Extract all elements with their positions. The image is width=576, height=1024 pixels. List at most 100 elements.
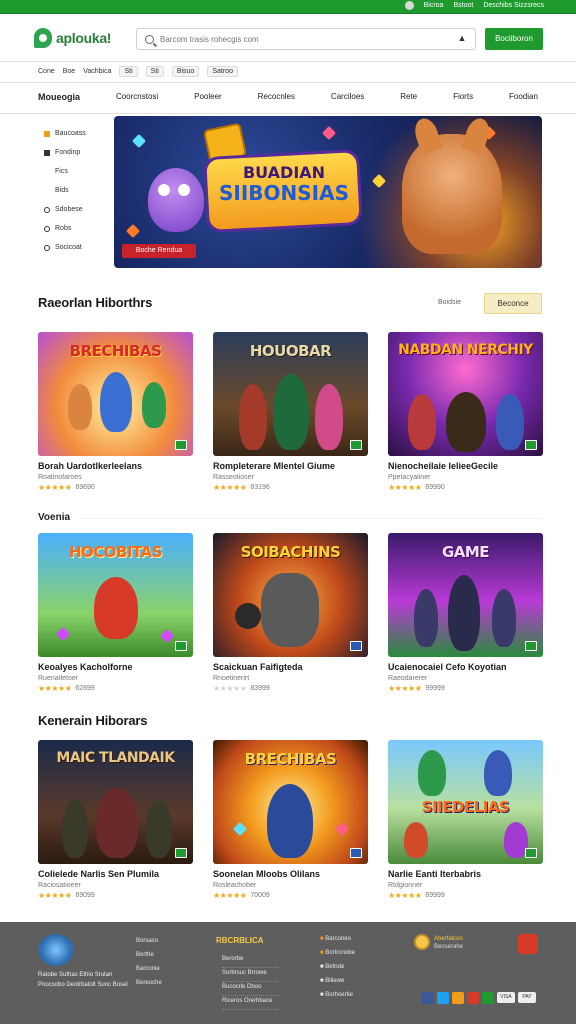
voice-search-icon[interactable]: ▲	[455, 33, 469, 45]
subnav-chip[interactable]: Sti	[119, 66, 138, 77]
sidebar-label: Baucoass	[55, 130, 86, 137]
subnav-item[interactable]: Vachbica	[83, 68, 111, 75]
rss-icon[interactable]	[452, 992, 464, 1004]
footer-link[interactable]: ■ Betnde	[320, 964, 355, 978]
store-icon[interactable]	[482, 992, 494, 1004]
header-cta-button[interactable]: Bociiboron	[485, 28, 543, 50]
bullet-icon: ■	[320, 992, 324, 998]
thumbnail-title: MAIC TLANDAIK	[56, 750, 175, 766]
gem-icon	[125, 223, 141, 239]
sidebar-item[interactable]: Socicoat	[44, 238, 108, 257]
thumbnail-title: BRECHIBAS	[69, 342, 162, 360]
character-figure	[273, 374, 309, 450]
top-link[interactable]: Deschibs Sizzsrecs	[483, 2, 544, 9]
star-rating-icon: ★★★★★	[38, 684, 72, 693]
nav-item[interactable]: Recocnles	[258, 92, 295, 102]
platform-badge-icon	[350, 848, 362, 858]
rating-row: ★★★★★ 70009	[213, 891, 368, 900]
nav-item[interactable]: Carciloes	[331, 92, 364, 102]
sidebar-item[interactable]: Baucoass	[44, 124, 108, 143]
rating-row: ★★★★★ 69990	[388, 483, 543, 492]
review-count: 70009	[250, 892, 270, 899]
youtube-icon[interactable]	[467, 992, 479, 1004]
thumbnail-title: SOIBACHINS	[240, 543, 341, 561]
top-link[interactable]: Bstoot	[453, 2, 473, 9]
category-icon	[44, 149, 50, 156]
badge-icon	[414, 934, 430, 950]
game-card[interactable]: HOCOBITAS Keoalyes Kacholforne Ruenatlet…	[38, 533, 193, 693]
app-badge-icon[interactable]	[518, 934, 538, 954]
hero-title-line2: SIIBONSIAS	[219, 180, 349, 205]
footer-about-line: Poocsobo Deotrbatolt Sunc Bosel	[38, 982, 128, 988]
facebook-icon[interactable]	[422, 992, 434, 1004]
game-card[interactable]: MAIC TLANDAIK Colielede Narlis Sen Plumi…	[38, 740, 193, 900]
subnav-chip[interactable]: Sti	[145, 66, 164, 77]
filter-text[interactable]: Boidsie	[438, 299, 461, 306]
game-card[interactable]: SIIEDELIAS Narlie Eanti Iterbabris Rtdgi…	[388, 740, 543, 900]
sidebar-label: Fics	[55, 168, 68, 175]
card-title: Keoalyes Kacholforne	[38, 662, 133, 672]
footer-link[interactable]: Barconie	[136, 966, 162, 980]
footer-link[interactable]: Borsaco	[136, 938, 162, 952]
sidebar: Baucoass Fondinp Fics Bids Sdobese Robs …	[44, 124, 108, 257]
game-thumbnail: SOIBACHINS	[213, 533, 368, 657]
footer-link[interactable]: Bereoche	[136, 980, 162, 994]
character-figure	[496, 394, 524, 450]
subnav-chip[interactable]: Satroo	[207, 66, 238, 77]
language-flag-icon[interactable]	[404, 1, 414, 10]
sidebar-item[interactable]: Bids	[44, 181, 108, 200]
filter-button[interactable]: Beconce	[484, 293, 542, 314]
footer-link[interactable]: ■ Borhoertie	[320, 992, 355, 1006]
logo-icon	[34, 28, 52, 48]
game-card[interactable]: GAME Ucaienocaiel Cefo Koyotian Raeodare…	[388, 533, 543, 693]
nav-item[interactable]: Coorcnstosi	[116, 92, 158, 102]
game-thumbnail: NABDAN NERCHIY	[388, 332, 543, 456]
game-card[interactable]: SOIBACHINS Scaickuan Faifigteda Rnoetine…	[213, 533, 368, 693]
sidebar-item[interactable]: Fics	[44, 162, 108, 181]
footer-link[interactable]: ■ Barconeo	[320, 936, 355, 950]
card-title: Rompleterare Mlentel Giume	[213, 461, 336, 471]
bullet-icon: ■	[320, 950, 324, 956]
card-title: Ucaienocaiel Cefo Koyotian	[388, 662, 507, 672]
nav-item[interactable]: Moueogia	[38, 92, 80, 102]
game-thumbnail: HOCOBITAS	[38, 533, 193, 657]
nav-item[interactable]: Rete	[400, 92, 417, 102]
top-link[interactable]: Bicroa	[424, 2, 444, 9]
subnav-chip[interactable]: Bisuo	[171, 66, 200, 77]
nav-item[interactable]: Pooleer	[194, 92, 222, 102]
search-input[interactable]	[160, 34, 440, 44]
footer-about-line: Ratobe Suthas Ethio Srutan	[38, 972, 113, 978]
game-card[interactable]: HOUOBAR Rompleterare Mlentel Giume Rasse…	[213, 332, 368, 492]
twitter-icon[interactable]	[437, 992, 449, 1004]
card-subtitle: Ruenatletoer	[38, 675, 79, 682]
site-logo[interactable]: aplouka!	[34, 28, 111, 48]
hero-cta-button[interactable]: Boche Rendua	[122, 244, 196, 258]
footer-link[interactable]: Berorbe	[222, 956, 278, 968]
nav-item[interactable]: Fiorts	[453, 92, 473, 102]
sidebar-item[interactable]: Fondinp	[44, 143, 108, 162]
sidebar-item[interactable]: Robs	[44, 219, 108, 238]
character-figure	[315, 384, 343, 450]
footer-link[interactable]: Sorbrsuc Brrowe	[222, 970, 278, 982]
sidebar-item[interactable]: Sdobese	[44, 200, 108, 219]
nav-item[interactable]: Foodian	[509, 92, 538, 102]
game-card[interactable]: NABDAN NERCHIY Nienocheilaie lelieeGecil…	[388, 332, 543, 492]
card-subtitle: Rnoetinerirt	[213, 675, 250, 682]
footer-link[interactable]: ■ Biliewe	[320, 978, 355, 992]
robot-figure	[261, 573, 319, 647]
game-card[interactable]: BRECHIBAS Borah Uardotlkerleelans Roatin…	[38, 332, 193, 492]
footer-link[interactable]: Berthe	[136, 952, 162, 966]
footer-col-2: Berorbe Sorbrsuc Brrowe Bucocrle Dboo Ri…	[222, 956, 278, 1012]
thumbnail-title: SIIEDELIAS	[421, 798, 510, 816]
section-title: Raeorlan Hiborthrs	[38, 295, 153, 310]
game-card[interactable]: BRECHIBAS Soonelan Mloobs Olilans Roslea…	[213, 740, 368, 900]
footer-link[interactable]: Bucocrle Dboo	[222, 984, 278, 996]
footer-link[interactable]: Riceros Orerhbace	[222, 998, 278, 1010]
subnav-item[interactable]: Boe	[63, 68, 75, 75]
game-thumbnail: SIIEDELIAS	[388, 740, 543, 864]
hero-banner[interactable]: BUADIAN SIIBONSIAS Boche Rendua	[114, 116, 542, 268]
thumbnail-title: NABDAN NERCHIY	[398, 342, 533, 358]
footer-logo-icon[interactable]	[38, 934, 74, 966]
subnav-item[interactable]: Cone	[38, 68, 55, 75]
footer-link[interactable]: ■ Bortronobe	[320, 950, 355, 964]
